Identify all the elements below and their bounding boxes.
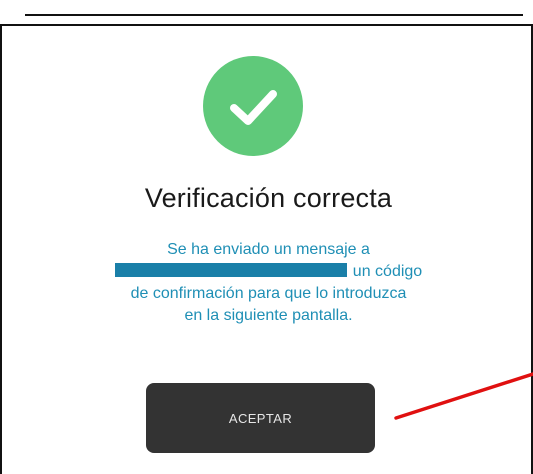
message-line-3: de confirmación para que lo introduzca [130,285,407,302]
confirmation-message: Se ha enviado un mensaje a un código de … [2,239,533,327]
message-line-2-text: un código [352,263,423,280]
message-line-1: Se ha enviado un mensaje a [167,241,370,258]
message-line-4: en la siguiente pantalla. [184,307,353,324]
checkmark-circle-icon [203,56,303,156]
redacted-email [114,263,347,277]
dialog-title: Verificación correcta [144,183,393,213]
accept-button[interactable]: ACEPTAR [146,383,375,453]
top-divider [25,14,523,16]
verification-dialog: Verificación correcta Se ha enviado un m… [0,24,533,474]
screenshot-frame: Verificación correcta Se ha enviado un m… [0,0,533,474]
checkmark-icon [230,90,277,125]
message-line-2: un código [2,261,533,283]
